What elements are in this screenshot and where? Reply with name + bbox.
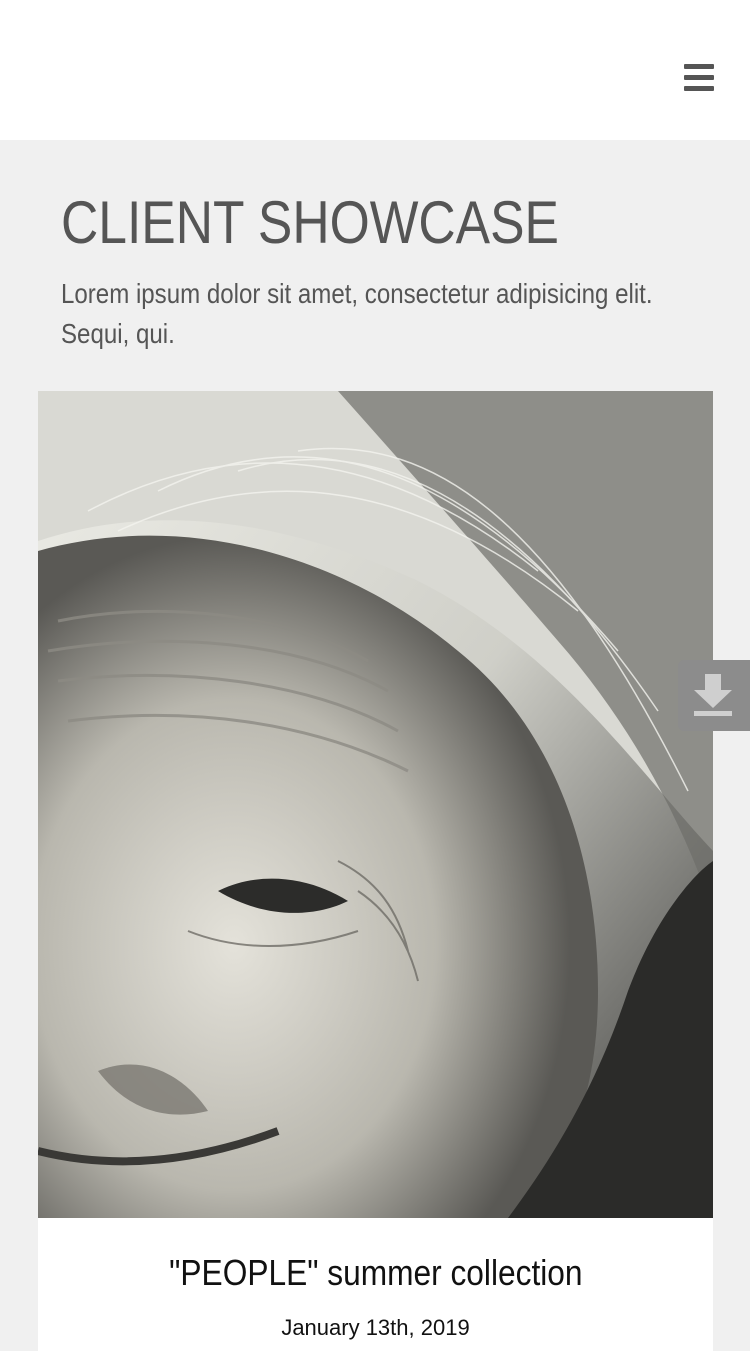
page-subtitle: Lorem ipsum dolor sit amet, consectetur … (61, 278, 653, 349)
card-image[interactable] (38, 391, 713, 1218)
download-icon (694, 674, 732, 716)
portrait-photo (38, 391, 713, 1218)
header (0, 0, 750, 140)
hamburger-menu-icon[interactable] (684, 64, 714, 92)
showcase-card[interactable]: "PEOPLE" summer collection January 13th,… (38, 391, 713, 1351)
card-title[interactable]: "PEOPLE" summer collection (38, 1253, 713, 1293)
card-date: January 13th, 2019 (281, 1315, 470, 1340)
page-title: CLIENT SHOWCASE (61, 189, 559, 256)
hero-section: CLIENT SHOWCASE Lorem ipsum dolor sit am… (61, 188, 721, 354)
download-button[interactable] (678, 660, 750, 731)
